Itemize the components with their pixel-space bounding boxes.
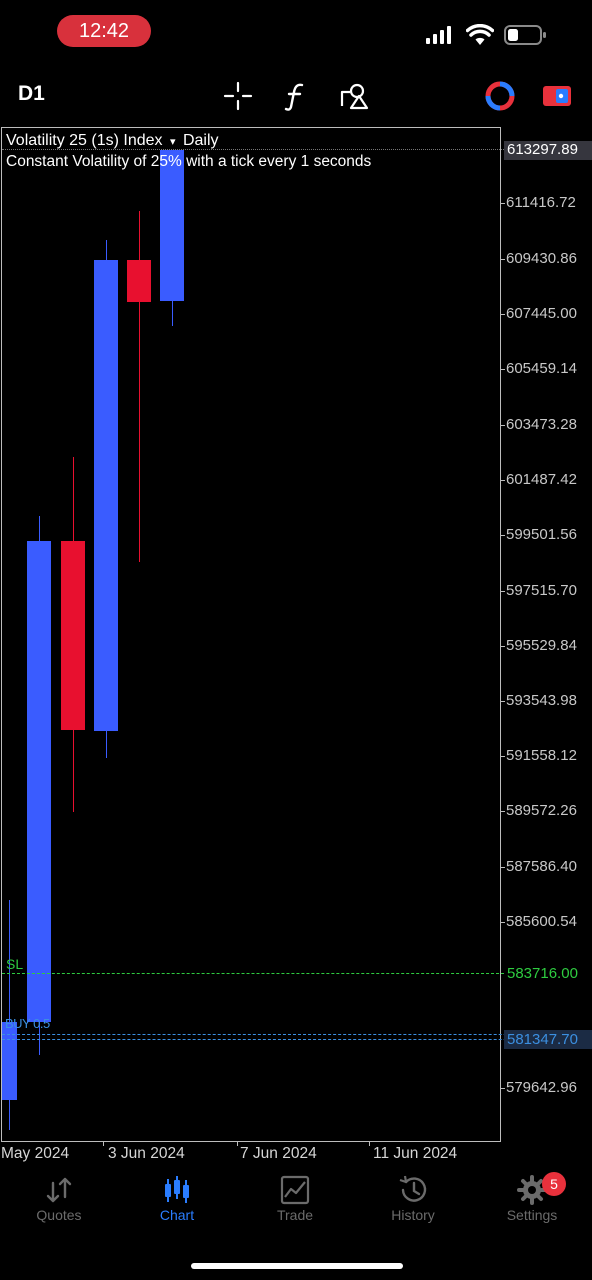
price-label: 601487.42 [506, 471, 577, 488]
price-label: 609430.86 [506, 250, 577, 267]
tab-trade[interactable]: Trade [245, 1175, 345, 1223]
price-label: 579642.96 [506, 1079, 577, 1096]
account-icon[interactable] [482, 78, 518, 114]
price-label: 603473.28 [506, 416, 577, 433]
price-tick [501, 425, 505, 426]
current-price-line [2, 149, 504, 150]
cellular-signal-icon [426, 26, 458, 44]
chart-icon [165, 1176, 189, 1203]
date-label: 11 Jun 2024 [373, 1145, 458, 1162]
status-time: 12:42 [57, 15, 151, 47]
tab-label: Quotes [36, 1207, 82, 1223]
price-tick [501, 867, 505, 868]
date-tick [369, 1142, 370, 1146]
candle-body [127, 260, 151, 302]
price-tick [501, 756, 505, 757]
price-tick [501, 203, 505, 204]
home-indicator[interactable] [191, 1263, 403, 1269]
tab-label: Settings [506, 1207, 558, 1223]
symbol-name: Volatility 25 (1s) Index [6, 132, 163, 149]
tab-settings[interactable]: Settings [482, 1175, 582, 1223]
quotes-icon [46, 1177, 72, 1203]
price-label: 597515.70 [506, 582, 577, 599]
price-label: 591558.12 [506, 747, 577, 764]
buy-label: BUY 0.5 [5, 1016, 50, 1031]
price-tick [501, 591, 505, 592]
switch-account-icon[interactable] [539, 78, 575, 114]
function-icon[interactable] [278, 78, 314, 114]
battery-icon [504, 25, 546, 45]
price-tick [501, 535, 505, 536]
tab-history[interactable]: History [363, 1175, 463, 1223]
price-label: 595529.84 [506, 637, 577, 654]
price-label: 599501.56 [506, 526, 577, 543]
date-label: 7 Jun 2024 [240, 1145, 317, 1162]
date-tick [103, 1142, 104, 1146]
price-tick [501, 922, 505, 923]
tab-quotes[interactable]: Quotes [9, 1175, 109, 1223]
date-label: 3 Jun 2024 [108, 1145, 185, 1162]
price-label: 585600.54 [506, 913, 577, 930]
price-tick [501, 259, 505, 260]
sl-price-label: 583716.00 [507, 965, 578, 982]
price-tick [501, 369, 505, 370]
dropdown-icon: ▾ [169, 136, 176, 148]
price-tick [501, 701, 505, 702]
sl-label: SL [6, 956, 24, 972]
price-tick [501, 314, 505, 315]
current-price-label: 613297.89 [507, 141, 578, 158]
settings-notification-badge: 5 [542, 1172, 566, 1196]
buy-price-label: 581347.70 [507, 1031, 578, 1048]
price-tick [501, 811, 505, 812]
crosshair-icon[interactable] [220, 78, 256, 114]
price-label: 605459.14 [506, 360, 577, 377]
wifi-icon [466, 24, 494, 45]
symbol-description: Constant Volatility of 25% with a tick e… [6, 153, 372, 170]
candle-body [160, 150, 184, 301]
price-label: 607445.00 [506, 305, 577, 322]
tab-chart[interactable]: Chart [127, 1175, 227, 1223]
candle-body [94, 260, 118, 731]
date-label: May 2024 [1, 1145, 70, 1162]
price-tick [501, 1088, 505, 1089]
price-label: 587586.40 [506, 858, 577, 875]
tab-label: History [391, 1207, 435, 1223]
price-label: 593543.98 [506, 692, 577, 709]
price-label: 611416.72 [506, 194, 576, 211]
history-icon [399, 1175, 427, 1202]
sl-line[interactable] [2, 973, 504, 974]
tab-label: Trade [276, 1207, 314, 1223]
tab-label: Chart [159, 1207, 195, 1223]
price-tick [501, 646, 505, 647]
objects-icon[interactable] [336, 78, 372, 114]
chart-header[interactable]: Volatility 25 (1s) Index ▾ Daily [6, 132, 219, 150]
date-tick [237, 1142, 238, 1146]
candle-body [61, 541, 85, 730]
trade-icon [280, 1175, 310, 1205]
price-tick [501, 480, 505, 481]
chart-period: Daily [182, 132, 219, 149]
price-label: 589572.26 [506, 802, 577, 819]
candle-body [27, 541, 51, 1022]
timeframe-button[interactable]: D1 [18, 82, 45, 106]
